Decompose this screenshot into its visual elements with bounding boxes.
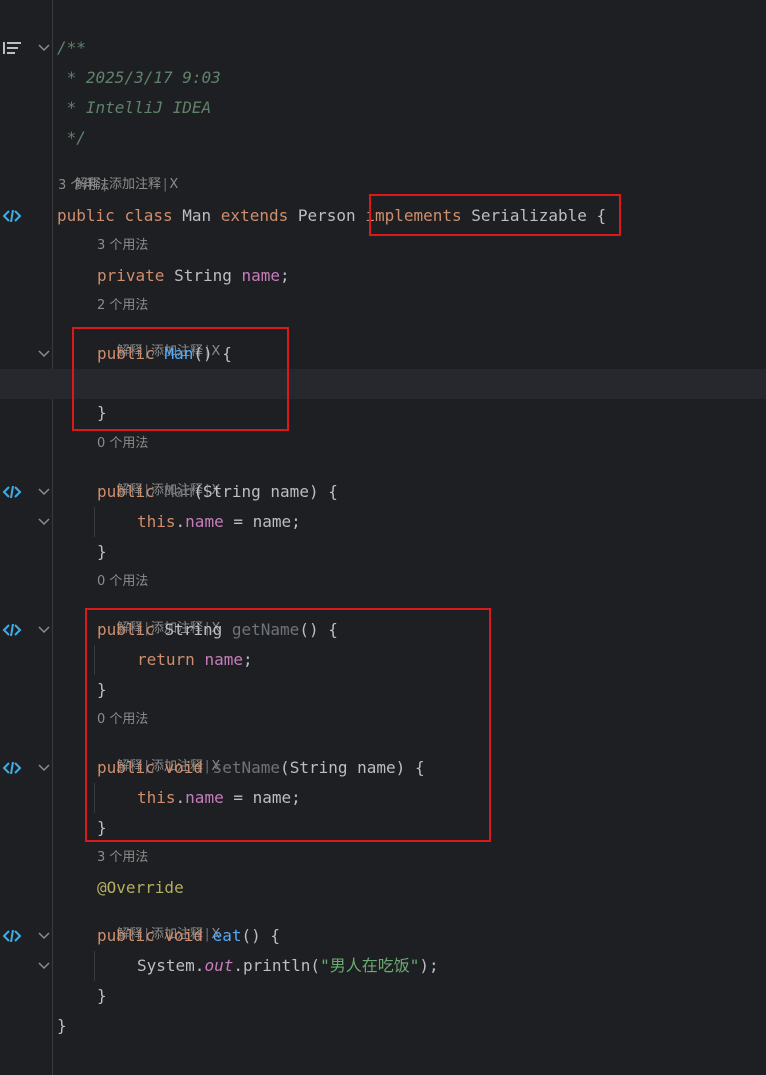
chevron-down-icon[interactable] (37, 623, 51, 637)
eat-method-declaration: public void eat() { (97, 926, 281, 945)
doc-comment-open: /** (57, 38, 86, 57)
closing-brace: } (97, 986, 107, 1005)
println-statement: System.out.println("男人在吃饭"); (137, 956, 439, 975)
chevron-down-icon[interactable] (37, 959, 51, 973)
highlight-box-implements (369, 194, 621, 236)
structure-icon[interactable] (3, 41, 23, 55)
dismiss-link[interactable]: X (169, 177, 178, 192)
implementation-icon[interactable] (0, 484, 24, 500)
chevron-down-icon[interactable] (37, 41, 51, 55)
doc-comment-date: * 2025/3/17 9:03 (57, 68, 221, 87)
highlight-box-accessors (85, 608, 491, 842)
highlight-box-constructor (72, 327, 289, 431)
implementation-icon[interactable] (0, 928, 24, 944)
closing-brace: } (97, 542, 107, 561)
class-closing-brace: } (57, 1016, 67, 1035)
usages-hint[interactable]: 0 个用法 (97, 432, 148, 456)
code-editor[interactable]: /** * 2025/3/17 9:03 * IntelliJ IDEA */ … (0, 0, 766, 1075)
chevron-down-icon[interactable] (37, 347, 51, 361)
chevron-down-icon[interactable] (37, 761, 51, 775)
usages-hint[interactable]: 0 个用法 (97, 570, 148, 594)
doc-comment-ide: * IntelliJ IDEA (57, 98, 212, 117)
field-declaration: private String name; (97, 266, 290, 285)
implementation-icon[interactable] (0, 760, 24, 776)
chevron-down-icon[interactable] (37, 929, 51, 943)
constructor-with-param: public Man(String name) { (97, 482, 338, 501)
indent-guide (94, 951, 95, 981)
chevron-down-icon[interactable] (37, 515, 51, 529)
gutter-divider (52, 0, 53, 1075)
assignment-statement: this.name = name; (137, 512, 301, 531)
usages-hint[interactable]: 3 个用法 (97, 846, 148, 870)
usages-hint[interactable]: 3 个用法 (97, 234, 148, 258)
add-comment-link[interactable]: 添加注释 (109, 177, 161, 192)
chevron-down-icon[interactable] (37, 485, 51, 499)
implementation-icon[interactable] (0, 622, 24, 638)
indent-guide (94, 507, 95, 537)
usages-hint[interactable]: 2 个用法 (97, 294, 148, 318)
usages-hint[interactable]: 3 个用法 (58, 174, 109, 198)
implementation-icon[interactable] (0, 208, 24, 224)
